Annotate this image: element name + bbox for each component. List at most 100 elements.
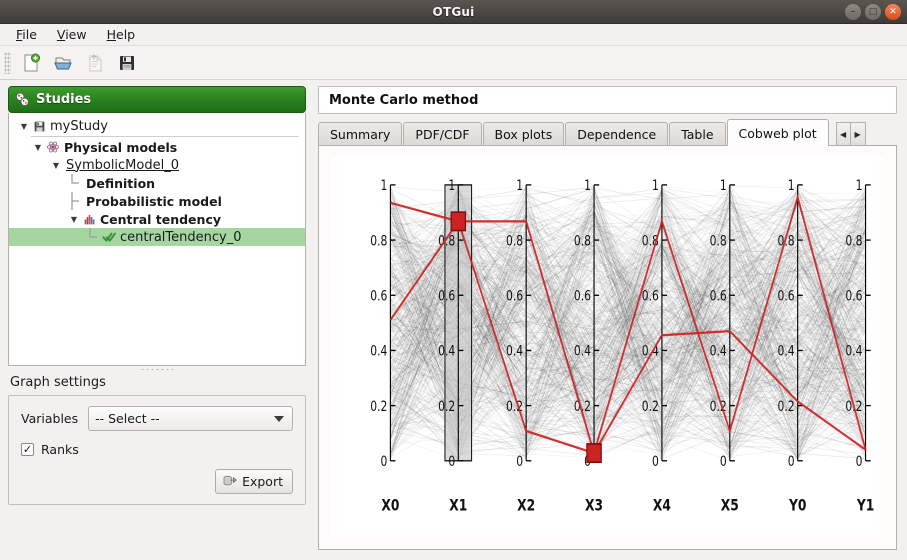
tab-cobweb-plot[interactable]: Cobweb plot: [727, 119, 829, 146]
svg-text:0.2: 0.2: [438, 399, 455, 415]
svg-text:0.6: 0.6: [370, 288, 387, 304]
tab-summary-label: Summary: [330, 127, 390, 142]
svg-text:0.6: 0.6: [438, 288, 455, 304]
chevron-down-icon[interactable]: ▼: [67, 215, 81, 224]
arrow-left-icon: ◀: [840, 130, 846, 139]
svg-text:0.4: 0.4: [845, 343, 862, 359]
new-study-icon: [21, 53, 41, 73]
tab-table[interactable]: Table: [669, 122, 725, 146]
tab-dependence[interactable]: Dependence: [565, 122, 668, 146]
svg-text:X1: X1: [449, 497, 467, 515]
chevron-down-icon[interactable]: ▼: [49, 161, 63, 170]
chevron-down-icon[interactable]: ▼: [17, 122, 31, 131]
menu-help[interactable]: Help: [99, 25, 144, 44]
tab-pdf-cdf[interactable]: PDF/CDF: [403, 122, 481, 146]
svg-text:1: 1: [788, 178, 795, 194]
graph-settings-title: Graph settings: [8, 373, 306, 395]
svg-text:0.2: 0.2: [370, 399, 387, 415]
svg-text:0.4: 0.4: [370, 343, 387, 359]
menu-view[interactable]: View: [49, 25, 95, 44]
save-study-button[interactable]: [112, 49, 142, 77]
studies-header-label: Studies: [36, 92, 91, 107]
svg-text:0.6: 0.6: [778, 288, 795, 304]
tree-item-mystudy[interactable]: ▼ myStudy: [9, 117, 305, 135]
floppy-icon: [31, 120, 47, 133]
svg-text:0.2: 0.2: [642, 399, 659, 415]
svg-text:0: 0: [720, 454, 727, 470]
tree-item-centraltendency-0[interactable]: centralTendency_0: [9, 228, 305, 246]
tree-label-central-tendency: Central tendency: [97, 212, 221, 227]
variables-label: Variables: [21, 411, 78, 426]
panel-resize-handle[interactable]: [8, 366, 306, 373]
import-script-icon: [85, 53, 105, 73]
tree-item-definition[interactable]: Definition: [9, 174, 305, 192]
export-icon: [223, 475, 238, 489]
svg-text:0: 0: [516, 454, 523, 470]
tree-label-physical-models: Physical models: [61, 140, 177, 155]
tab-scroll-left-button[interactable]: ◀: [836, 122, 851, 146]
svg-text:1: 1: [448, 178, 455, 194]
ranks-row[interactable]: ✓ Ranks: [21, 442, 293, 457]
export-button-label: Export: [242, 474, 283, 489]
window-controls: – □ ✕: [845, 4, 901, 20]
tree-item-probabilistic-model[interactable]: Probabilistic model: [9, 192, 305, 210]
svg-text:1: 1: [720, 178, 727, 194]
variables-row: Variables -- Select --: [21, 406, 293, 431]
svg-text:0.8: 0.8: [506, 233, 523, 249]
svg-text:0.6: 0.6: [642, 288, 659, 304]
ranks-checkbox[interactable]: ✓: [21, 443, 34, 456]
svg-text:0.4: 0.4: [574, 343, 591, 359]
svg-text:0.8: 0.8: [710, 233, 727, 249]
minimize-button[interactable]: –: [845, 4, 861, 20]
tree-label-mystudy: myStudy: [47, 119, 108, 134]
svg-text:X0: X0: [381, 497, 399, 515]
toolbar-grip[interactable]: [4, 52, 11, 74]
tab-summary[interactable]: Summary: [318, 122, 402, 146]
method-title-box: Monte Carlo method: [318, 86, 897, 114]
menu-view-label: iew: [65, 27, 86, 42]
variables-select-value: -- Select --: [95, 411, 160, 426]
import-script-button[interactable]: [80, 49, 110, 77]
tree-divider: [31, 136, 299, 137]
branch-icon: [67, 174, 83, 192]
close-button[interactable]: ✕: [885, 4, 901, 20]
chevron-down-icon[interactable]: ▼: [31, 143, 45, 152]
svg-text:1: 1: [516, 178, 523, 194]
svg-text:1: 1: [584, 178, 591, 194]
svg-text:1: 1: [652, 178, 659, 194]
svg-text:0.4: 0.4: [506, 343, 523, 359]
minimize-icon: –: [851, 8, 856, 17]
svg-text:X3: X3: [585, 497, 603, 515]
tree-item-physical-models[interactable]: ▼ Physical models: [9, 138, 305, 156]
branch-icon: [85, 228, 101, 246]
dice-icon: [15, 92, 30, 107]
tab-box-plots[interactable]: Box plots: [483, 122, 565, 146]
svg-text:0: 0: [380, 454, 387, 470]
svg-text:0.8: 0.8: [370, 233, 387, 249]
method-title: Monte Carlo method: [329, 93, 478, 108]
export-button[interactable]: Export: [215, 469, 293, 494]
maximize-button[interactable]: □: [865, 4, 881, 20]
check-icon: [101, 231, 117, 243]
svg-text:0: 0: [788, 454, 795, 470]
window-titlebar: OTGui – □ ✕: [0, 0, 907, 24]
branch-icon: [67, 192, 83, 210]
toolbar: [0, 46, 907, 80]
tree-label-probabilistic-model: Probabilistic model: [83, 194, 222, 209]
tab-box-plots-label: Box plots: [495, 127, 553, 142]
cobweb-plot[interactable]: 0 0.2 0.4 0.6 0.8 1 X0 0 0.2 0.4 0.6 0.8 1 X1 0 0.2 0.4 0…: [331, 156, 884, 537]
menu-file[interactable]: File: [8, 25, 45, 44]
tree-item-symbolicmodel-0[interactable]: ▼ SymbolicModel_0: [9, 156, 305, 174]
svg-text:X4: X4: [653, 497, 671, 515]
open-study-button[interactable]: [48, 49, 78, 77]
tree-item-central-tendency[interactable]: ▼ Central tendency: [9, 210, 305, 228]
svg-text:0.4: 0.4: [778, 343, 795, 359]
svg-text:0.6: 0.6: [845, 288, 862, 304]
tab-scroll-right-button[interactable]: ▶: [851, 122, 866, 146]
variables-select[interactable]: -- Select --: [88, 406, 293, 431]
tab-scroll-controls: ◀ ▶: [836, 122, 866, 146]
tab-table-label: Table: [681, 127, 713, 142]
studies-header: Studies: [8, 86, 306, 113]
new-study-button[interactable]: [16, 49, 46, 77]
svg-text:1: 1: [856, 178, 863, 194]
